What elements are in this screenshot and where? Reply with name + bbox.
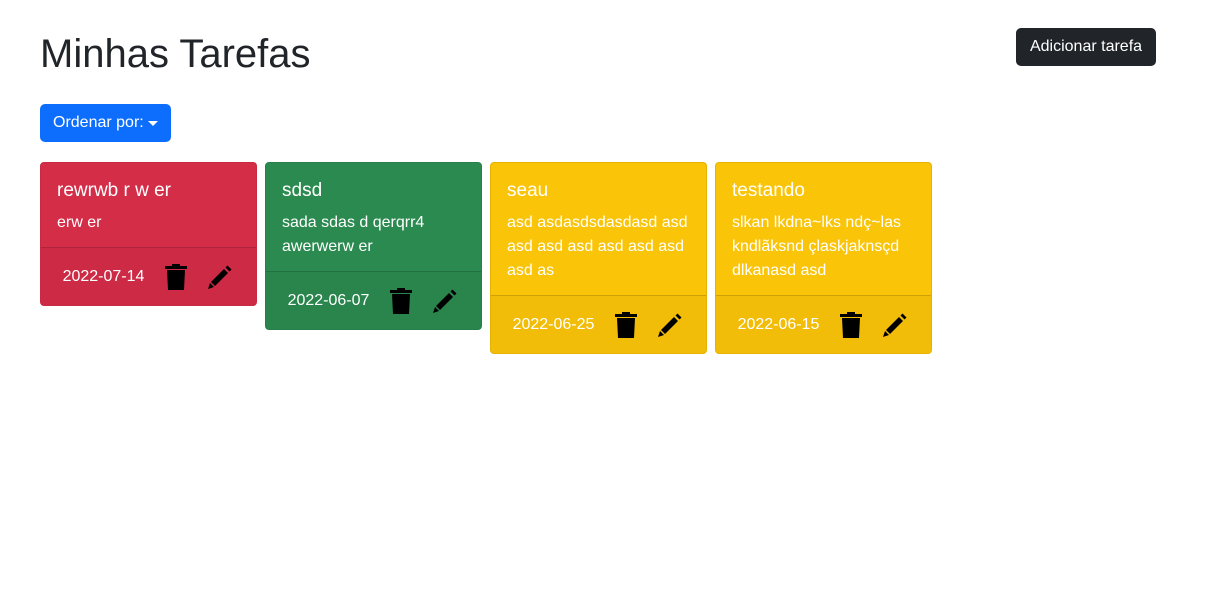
task-title: rewrwb r w er	[57, 180, 172, 201]
task-date: 2022-06-25	[512, 315, 595, 333]
task-card-footer: 2022-07-14	[41, 247, 256, 305]
delete-task-button[interactable]	[837, 311, 865, 339]
pencil-icon	[883, 313, 907, 337]
delete-task-button[interactable]	[162, 263, 190, 291]
task-title: testando	[732, 180, 805, 201]
task-card-body: sdsd sada sdas d qerqrr4 awerwerw er	[266, 163, 481, 271]
delete-task-button[interactable]	[612, 311, 640, 339]
task-card-footer: 2022-06-15	[716, 295, 931, 353]
trash-icon	[615, 311, 638, 338]
edit-task-button[interactable]	[431, 287, 459, 315]
trash-icon	[840, 311, 863, 338]
sort-dropdown-button[interactable]: Ordenar por:	[40, 104, 171, 142]
task-card-body: rewrwb r w er erw er	[41, 163, 256, 247]
caret-down-icon	[147, 120, 158, 126]
task-description: asd asdasdsdasdasd asd asd asd asd asd a…	[507, 214, 688, 279]
pencil-icon	[208, 265, 232, 289]
edit-task-button[interactable]	[206, 263, 234, 291]
pencil-icon	[658, 313, 682, 337]
task-card: testando slkan lkdna~lks ndç~las kndlãks…	[715, 162, 932, 354]
task-card-body: testando slkan lkdna~lks ndç~las kndlãks…	[716, 163, 931, 295]
task-date: 2022-06-15	[737, 315, 820, 333]
task-title: sdsd	[282, 180, 323, 201]
task-card: rewrwb r w er erw er 2022-07-14	[40, 162, 257, 306]
task-description: sada sdas d qerqrr4 awerwerw er	[282, 214, 425, 255]
page: Minhas Tarefas Adicionar tarefa Ordenar …	[0, 0, 1213, 607]
task-card-list: rewrwb r w er erw er 2022-07-14 sdsd sad…	[40, 162, 932, 354]
task-card: sdsd sada sdas d qerqrr4 awerwerw er 202…	[265, 162, 482, 330]
task-description: erw er	[57, 214, 102, 231]
trash-icon	[390, 287, 413, 314]
sort-dropdown-label: Ordenar por:	[53, 114, 144, 131]
add-task-button[interactable]: Adicionar tarefa	[1016, 28, 1156, 66]
page-title: Minhas Tarefas	[40, 32, 311, 76]
delete-task-button[interactable]	[387, 287, 415, 315]
edit-task-button[interactable]	[656, 311, 684, 339]
task-card: seau asd asdasdsdasdasd asd asd asd asd …	[490, 162, 707, 354]
pencil-icon	[433, 289, 457, 313]
task-description: slkan lkdna~lks ndç~las kndlãksnd çlaskj…	[732, 214, 901, 279]
trash-icon	[165, 263, 188, 290]
task-card-footer: 2022-06-25	[491, 295, 706, 353]
task-date: 2022-06-07	[287, 291, 370, 309]
task-card-footer: 2022-06-07	[266, 271, 481, 329]
task-title: seau	[507, 180, 549, 201]
task-date: 2022-07-14	[62, 267, 145, 285]
task-card-body: seau asd asdasdsdasdasd asd asd asd asd …	[491, 163, 706, 295]
edit-task-button[interactable]	[881, 311, 909, 339]
